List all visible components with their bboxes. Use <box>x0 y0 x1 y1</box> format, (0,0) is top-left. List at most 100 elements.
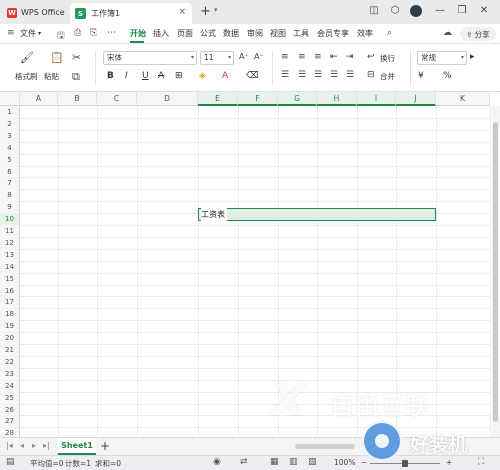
wrap-text-button[interactable]: 换行 <box>380 53 395 64</box>
row-header-12[interactable]: 12 <box>0 236 20 249</box>
prev-sheet-icon[interactable]: ◂ <box>20 441 24 450</box>
page-layout-icon[interactable]: ▥ <box>289 457 298 467</box>
tab-page[interactable]: 页面 <box>177 28 193 39</box>
font-color-icon[interactable]: A <box>222 71 228 81</box>
tab-formula[interactable]: 公式 <box>200 28 216 39</box>
row-header-28[interactable]: 28 <box>0 427 20 437</box>
font-size-select[interactable]: 11 ▾ <box>200 51 234 65</box>
tab-view[interactable]: 视图 <box>270 28 286 39</box>
tab-efficiency[interactable]: 效率 <box>357 28 373 39</box>
add-sheet-button[interactable]: + <box>100 439 110 453</box>
minimize-icon[interactable]: — <box>434 5 446 17</box>
horizontal-scroll-thumb[interactable] <box>295 444 355 449</box>
justify-icon[interactable]: ☰ <box>330 70 338 80</box>
column-header-i[interactable]: I <box>357 92 396 106</box>
more-icon[interactable]: ⋯ <box>107 28 116 38</box>
new-tab-button[interactable]: + <box>200 4 211 19</box>
paste-icon[interactable]: 📋 <box>50 51 64 64</box>
distribute-icon[interactable]: ☰ <box>346 70 354 80</box>
column-header-b[interactable]: B <box>58 92 97 106</box>
align-right-icon[interactable]: ☰ <box>314 70 322 80</box>
row-header-19[interactable]: 19 <box>0 320 20 333</box>
font-name-select[interactable]: 宋体 ▾ <box>103 51 197 65</box>
cloud-icon[interactable]: ☁ <box>443 28 452 38</box>
column-header-a[interactable]: A <box>20 92 58 106</box>
underline-button[interactable]: U <box>142 71 149 81</box>
format-painter-icon[interactable]: 🖌 <box>20 51 34 64</box>
print-icon[interactable]: ⎘ <box>90 28 97 38</box>
row-header-6[interactable]: 6 <box>0 165 20 178</box>
merge-icon[interactable]: ⊟ <box>367 70 375 80</box>
row-header-26[interactable]: 26 <box>0 403 20 416</box>
grow-font-button[interactable]: A⁺ <box>239 52 249 61</box>
align-middle-icon[interactable]: ≡ <box>298 52 306 62</box>
fullscreen-icon[interactable]: ⛶ <box>478 457 484 467</box>
row-header-17[interactable]: 17 <box>0 296 20 309</box>
column-header-d[interactable]: D <box>137 92 198 106</box>
tab-home[interactable]: 开始 <box>130 28 146 39</box>
column-header-h[interactable]: H <box>317 92 357 106</box>
row-header-27[interactable]: 27 <box>0 415 20 428</box>
number-format-select[interactable]: 常规 ▾ <box>417 51 467 65</box>
currency-button[interactable]: ¥ <box>418 71 424 81</box>
italic-button[interactable]: I <box>125 71 128 81</box>
share-button[interactable]: ⇪ 分享 <box>460 27 496 41</box>
row-header-13[interactable]: 13 <box>0 248 20 261</box>
close-tab-icon[interactable]: × <box>178 7 186 17</box>
copy-icon[interactable]: ⧉ <box>72 70 80 84</box>
border-icon[interactable]: ⊞ <box>175 71 183 81</box>
tab-insert[interactable]: 插入 <box>153 28 169 39</box>
bold-button[interactable]: B <box>107 71 114 81</box>
row-header-21[interactable]: 21 <box>0 344 20 356</box>
row-header-1[interactable]: 1 <box>0 106 20 118</box>
sheet-icon[interactable]: ▤ <box>6 457 15 467</box>
zoom-out-button[interactable]: − <box>361 458 367 467</box>
selected-range[interactable] <box>198 208 436 221</box>
indent-right-icon[interactable]: ⇥ <box>346 52 354 62</box>
clear-format-icon[interactable]: ⌫ <box>246 71 259 81</box>
vertical-scroll-thumb[interactable] <box>493 122 498 422</box>
layout-icon[interactable]: ◫ <box>368 5 380 17</box>
chevron-down-icon[interactable]: ▾ <box>214 6 218 14</box>
row-header-8[interactable]: 8 <box>0 189 20 202</box>
strikethrough-button[interactable]: A <box>158 71 164 81</box>
chevron-down-icon[interactable]: ▾ <box>38 30 41 37</box>
indent-left-icon[interactable]: ⇤ <box>330 52 338 62</box>
row-header-15[interactable]: 15 <box>0 272 20 285</box>
zoom-slider-handle[interactable] <box>402 460 408 467</box>
column-header-k[interactable]: K <box>436 92 490 106</box>
search-icon[interactable]: ⌕ <box>387 28 392 38</box>
spreadsheet-grid[interactable]: ABCDEFGHIJK 1 2 3 4 5 6 7 8 9 10 11 12 13 14 15 16 17 18 1… <box>0 92 500 437</box>
wps-home-tab[interactable]: W WPS Office <box>2 3 66 22</box>
row-header-4[interactable]: 4 <box>0 141 20 154</box>
restore-icon[interactable]: ❐ <box>456 5 468 17</box>
avatar[interactable] <box>410 5 422 17</box>
row-header-11[interactable]: 11 <box>0 225 20 237</box>
row-header-22[interactable]: 22 <box>0 355 20 368</box>
row-header-20[interactable]: 20 <box>0 332 20 345</box>
next-sheet-icon[interactable]: ▸ <box>32 441 36 450</box>
shrink-font-button[interactable]: A⁻ <box>254 52 264 61</box>
tab-member[interactable]: 会员专享 <box>317 28 349 39</box>
column-header-g[interactable]: G <box>278 92 317 106</box>
percent-button[interactable]: % <box>443 71 452 81</box>
translate-icon[interactable]: ⇄ <box>240 457 248 467</box>
row-header-16[interactable]: 16 <box>0 284 20 297</box>
row-header-5[interactable]: 5 <box>0 153 20 166</box>
cell-e10[interactable]: 工资表 <box>201 208 227 221</box>
row-header-25[interactable]: 25 <box>0 391 20 404</box>
normal-view-icon[interactable]: ▦ <box>270 457 279 467</box>
menu-icon[interactable]: ≡ <box>7 28 15 38</box>
save-icon[interactable]: 🖫 <box>57 28 65 44</box>
column-header-j[interactable]: J <box>396 92 436 106</box>
page-break-icon[interactable]: ▧ <box>308 457 317 467</box>
select-all-corner[interactable] <box>0 92 20 106</box>
row-header-10[interactable]: 10 <box>0 213 20 226</box>
format-painter-button[interactable]: 格式刷 <box>15 71 38 82</box>
tab-data[interactable]: 数据 <box>223 28 239 39</box>
align-bottom-icon[interactable]: ≡ <box>314 52 322 62</box>
first-sheet-icon[interactable]: |◂ <box>6 441 13 450</box>
row-header-24[interactable]: 24 <box>0 379 20 392</box>
row-header-7[interactable]: 7 <box>0 177 20 190</box>
row-header-3[interactable]: 3 <box>0 129 20 142</box>
